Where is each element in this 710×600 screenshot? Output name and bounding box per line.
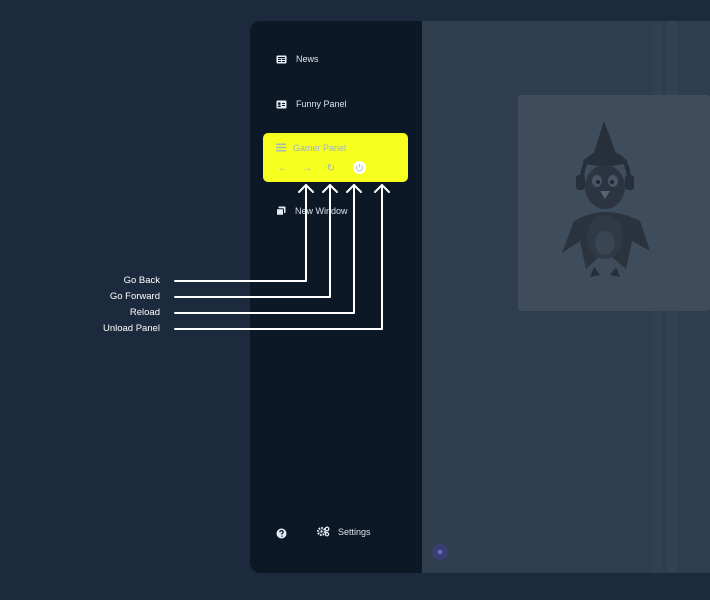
unload-panel-button[interactable] <box>353 161 366 174</box>
reload-button[interactable]: ↻ <box>324 161 338 175</box>
list-icon <box>276 143 286 154</box>
sidebar-item-gamer-panel[interactable]: Gamer Panel ← → ↻ <box>263 133 408 182</box>
question-circle-icon <box>276 528 287 539</box>
active-panel-title: Gamer Panel <box>276 139 346 157</box>
help-button[interactable] <box>276 526 288 539</box>
sidebar-item-label: Funny Panel <box>296 99 347 109</box>
sidebar-item-label: Gamer Panel <box>293 143 347 153</box>
screenshot-stage: News Funny Panel Gamer Panel ← → ↻ New W… <box>0 0 710 600</box>
gears-icon <box>316 526 330 539</box>
annotation-unload-panel: Unload Panel <box>102 323 160 334</box>
mascot-image <box>562 121 650 277</box>
panel-content-area <box>422 21 710 573</box>
go-back-button[interactable]: ← <box>276 161 290 175</box>
sidebar-item-funny-panel[interactable]: Funny Panel <box>276 95 347 113</box>
go-forward-button[interactable]: → <box>300 161 314 175</box>
windows-icon <box>276 206 286 216</box>
sidebar-item-new-window[interactable]: New Window <box>276 202 348 220</box>
id-card-icon <box>276 100 287 109</box>
sidebar-item-news[interactable]: News <box>276 50 319 68</box>
settings-button[interactable]: Settings <box>316 524 371 540</box>
sidebar-item-label: New Window <box>295 206 348 216</box>
newspaper-icon <box>276 55 287 64</box>
annotation-go-back: Go Back <box>123 275 160 286</box>
floating-action-button[interactable] <box>432 544 448 560</box>
sidebar: News Funny Panel Gamer Panel ← → ↻ New W… <box>250 21 422 573</box>
sidebar-item-label: News <box>296 54 319 64</box>
app-window: News Funny Panel Gamer Panel ← → ↻ New W… <box>250 21 710 573</box>
annotation-reload: Reload <box>129 307 160 318</box>
annotation-go-forward: Go Forward <box>109 291 160 302</box>
settings-label: Settings <box>338 527 371 537</box>
power-icon <box>356 164 363 172</box>
